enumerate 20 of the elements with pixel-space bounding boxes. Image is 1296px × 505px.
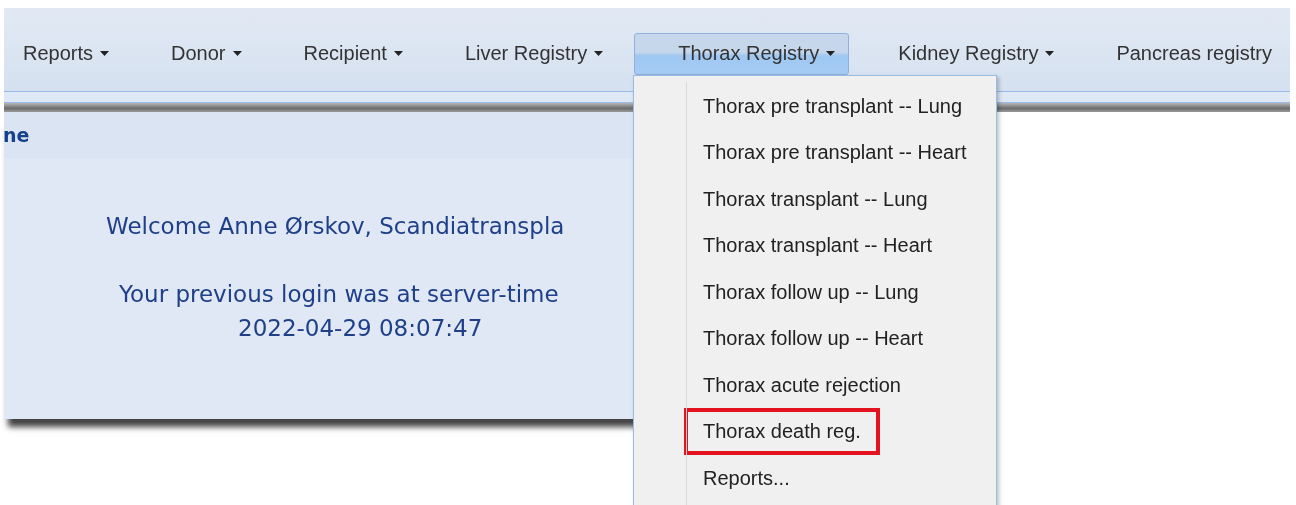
menu-option[interactable]: Thorax follow up -- Heart	[684, 315, 943, 363]
menu-option[interactable]: Thorax pre transplant -- Lung	[684, 82, 982, 130]
menu-item[interactable]: Donor	[140, 32, 273, 75]
welcome-text: Welcome Anne Ørskov, Scandiatranspla	[106, 212, 565, 241]
menu-option[interactable]: Thorax transplant -- Lung	[684, 175, 947, 223]
menu-option[interactable]: Thorax acute rejection	[684, 361, 920, 409]
menu-item[interactable]: Liver Registry	[433, 32, 635, 75]
menu-item[interactable]: Recipient	[272, 32, 434, 75]
panel-title: ne	[3, 124, 30, 146]
login-text: Your previous login was at server-time	[119, 280, 559, 309]
menu-item[interactable]: Pancreas registry	[1085, 32, 1273, 75]
menu-option[interactable]: Thorax transplant -- Heart	[684, 222, 951, 270]
menu-option[interactable]: Thorax follow up -- Lung	[684, 268, 938, 316]
login-text: 2022-04-29 08:07:47	[238, 314, 483, 343]
menu-option[interactable]: Reports...	[684, 454, 809, 502]
menu-item[interactable]: Reports	[4, 32, 141, 75]
menu-option[interactable]: Thorax death reg.	[684, 408, 880, 456]
menu-item[interactable]: Kidney Registry	[849, 32, 1086, 75]
menu-item[interactable]: Thorax Registry	[634, 32, 850, 75]
menu-option[interactable]: Thorax pre transplant -- Heart	[684, 129, 986, 177]
